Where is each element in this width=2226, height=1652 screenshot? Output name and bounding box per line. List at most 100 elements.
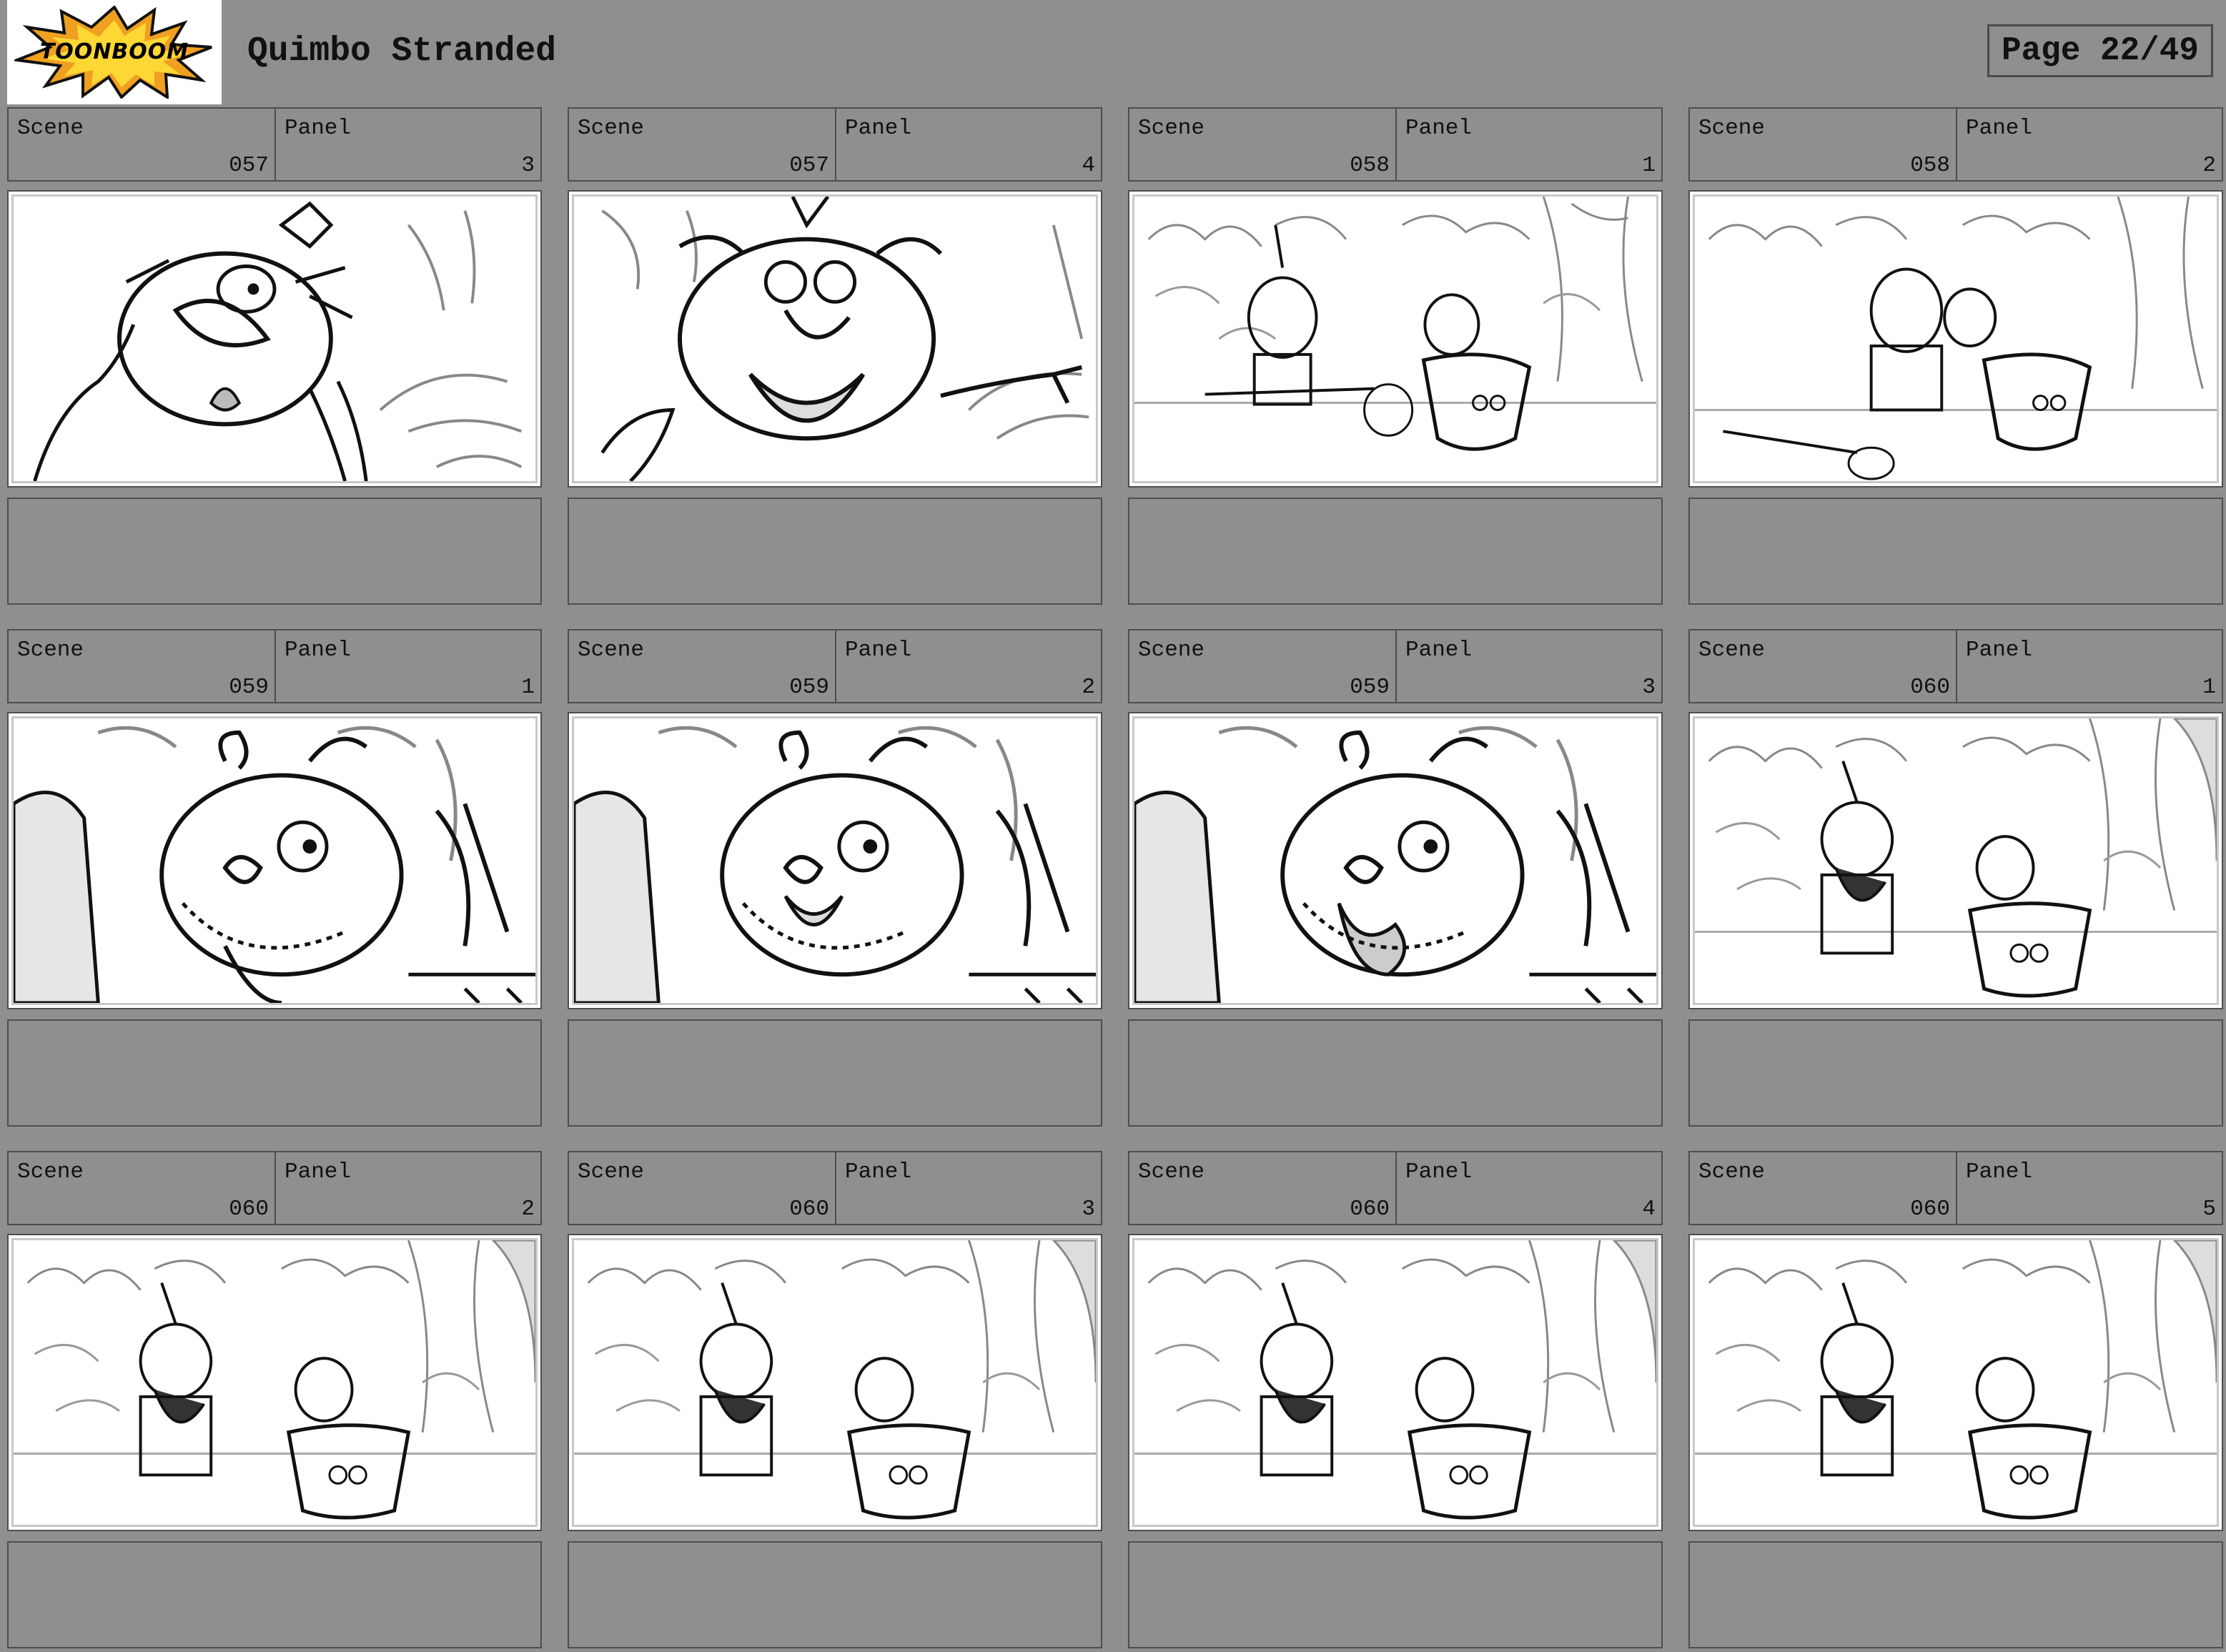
panel-notes-box[interactable] xyxy=(1128,1541,1663,1648)
scene-label: Scene xyxy=(17,116,84,141)
sketch-image xyxy=(572,1238,1098,1527)
panel-info-box: Scene 059 Panel 3 xyxy=(1128,629,1663,703)
panel-number: 2 xyxy=(1082,675,1095,700)
panel-info-box: Scene 058 Panel 2 xyxy=(1688,107,2223,182)
scene-label: Scene xyxy=(1138,638,1205,663)
info-divider xyxy=(1956,109,1957,180)
panel-image-frame[interactable] xyxy=(568,190,1102,488)
sketch-image xyxy=(1132,716,1658,1005)
sketch-image xyxy=(11,194,538,483)
panel-label: Panel xyxy=(1966,1159,2033,1184)
panel-info-box: Scene 058 Panel 1 xyxy=(1128,107,1663,182)
panel-number: 4 xyxy=(1642,1197,1656,1222)
panel-label: Panel xyxy=(1405,116,1473,141)
panel-image-frame[interactable] xyxy=(568,1234,1102,1531)
scene-label: Scene xyxy=(17,1159,84,1184)
panel-notes-box[interactable] xyxy=(1128,1019,1663,1127)
info-divider xyxy=(835,1152,836,1224)
panel-number: 3 xyxy=(1642,675,1656,700)
sketch-image xyxy=(1132,194,1658,483)
panel-image-frame[interactable] xyxy=(7,1234,542,1531)
info-divider xyxy=(1395,1152,1397,1224)
panel-image-frame[interactable] xyxy=(568,712,1102,1009)
info-divider xyxy=(1395,109,1397,180)
scene-label: Scene xyxy=(17,638,84,663)
sketch-image xyxy=(572,716,1098,1005)
scene-number: 060 xyxy=(1350,1197,1390,1222)
scene-label: Scene xyxy=(1698,1159,1766,1184)
panel-label: Panel xyxy=(285,1159,352,1184)
info-divider xyxy=(835,630,836,702)
info-divider xyxy=(274,1152,276,1224)
panel-info-box: Scene 060 Panel 3 xyxy=(568,1151,1102,1225)
toonboom-logo: TOONBOOM xyxy=(7,0,222,104)
scene-number: 060 xyxy=(229,1197,269,1222)
panel-image-frame[interactable] xyxy=(7,712,542,1009)
panel-notes-box[interactable] xyxy=(7,498,542,605)
panel-info-box: Scene 060 Panel 2 xyxy=(7,1151,542,1225)
info-divider xyxy=(1395,630,1397,702)
scene-number: 058 xyxy=(1350,153,1390,178)
panel-image-frame[interactable] xyxy=(1688,712,2223,1009)
logo-burst: TOONBOOM xyxy=(14,6,214,99)
scene-label: Scene xyxy=(578,116,645,141)
panel-notes-box[interactable] xyxy=(568,1541,1102,1648)
scene-number: 059 xyxy=(229,675,269,700)
panel-notes-box[interactable] xyxy=(1688,1019,2223,1127)
panel-info-box: Scene 059 Panel 1 xyxy=(7,629,542,703)
info-divider xyxy=(274,109,276,180)
panel-image-frame[interactable] xyxy=(1688,190,2223,488)
scene-number: 058 xyxy=(1910,153,1950,178)
scene-label: Scene xyxy=(1698,638,1766,663)
panel-label: Panel xyxy=(845,638,912,663)
panel-number: 2 xyxy=(521,1197,535,1222)
panel-notes-box[interactable] xyxy=(7,1019,542,1127)
panel-info-box: Scene 060 Panel 4 xyxy=(1128,1151,1663,1225)
scene-number: 057 xyxy=(229,153,269,178)
panel-number: 1 xyxy=(2202,675,2216,700)
panel-notes-box[interactable] xyxy=(1128,498,1663,605)
sketch-image xyxy=(572,194,1098,483)
page-indicator: Page 22/49 xyxy=(1987,24,2213,77)
sketch-image xyxy=(1693,716,2219,1005)
panel-notes-box[interactable] xyxy=(568,498,1102,605)
panel-info-box: Scene 059 Panel 2 xyxy=(568,629,1102,703)
panel-notes-box[interactable] xyxy=(1688,1541,2223,1648)
panel-info-box: Scene 057 Panel 3 xyxy=(7,107,542,182)
panel-image-frame[interactable] xyxy=(7,190,542,488)
panel-image-frame[interactable] xyxy=(1128,712,1663,1009)
info-divider xyxy=(1956,630,1957,702)
panel-notes-box[interactable] xyxy=(568,1019,1102,1127)
panel-notes-box[interactable] xyxy=(7,1541,542,1648)
scene-number: 057 xyxy=(789,153,829,178)
panel-image-frame[interactable] xyxy=(1128,1234,1663,1531)
panel-label: Panel xyxy=(1966,638,2033,663)
sketch-image xyxy=(11,716,538,1005)
panel-image-frame[interactable] xyxy=(1128,190,1663,488)
panel-label: Panel xyxy=(1405,638,1473,663)
scene-label: Scene xyxy=(1138,1159,1205,1184)
panel-number: 3 xyxy=(1082,1197,1095,1222)
panel-number: 1 xyxy=(521,675,535,700)
panel-image-frame[interactable] xyxy=(1688,1234,2223,1531)
info-divider xyxy=(835,109,836,180)
panel-label: Panel xyxy=(1405,1159,1473,1184)
panel-notes-box[interactable] xyxy=(1688,498,2223,605)
panel-info-box: Scene 057 Panel 4 xyxy=(568,107,1102,182)
sketch-image xyxy=(1132,1238,1658,1527)
sketch-image xyxy=(1693,1238,2219,1527)
scene-label: Scene xyxy=(1138,116,1205,141)
scene-number: 059 xyxy=(1350,675,1390,700)
scene-label: Scene xyxy=(578,638,645,663)
sketch-image xyxy=(1693,194,2219,483)
scene-number: 060 xyxy=(1910,675,1950,700)
panel-number: 4 xyxy=(1082,153,1095,178)
panel-number: 1 xyxy=(1642,153,1656,178)
panel-number: 5 xyxy=(2202,1197,2216,1222)
panel-number: 2 xyxy=(2202,153,2216,178)
scene-number: 060 xyxy=(1910,1197,1950,1222)
panel-label: Panel xyxy=(285,116,352,141)
logo-text: TOONBOOM xyxy=(39,39,189,64)
panel-number: 3 xyxy=(521,153,535,178)
panel-label: Panel xyxy=(845,116,912,141)
